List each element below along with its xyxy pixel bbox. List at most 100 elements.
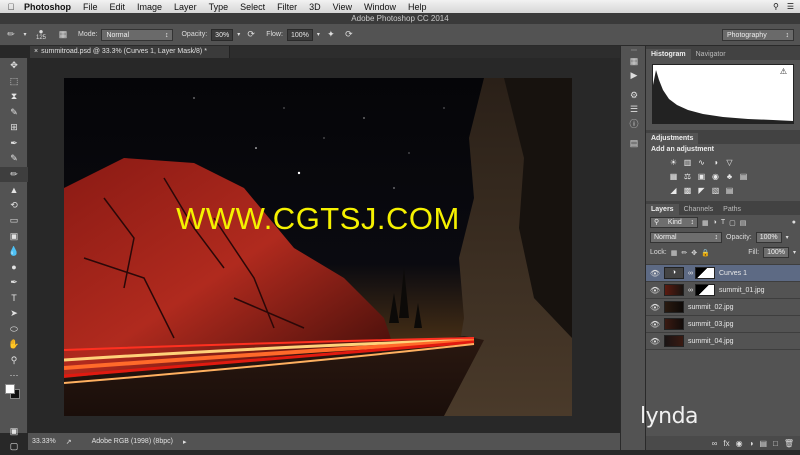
layer-kind-filter[interactable]: ⚲ Kind ↕ [650, 217, 698, 228]
crop-tool-icon[interactable]: ⊞ [0, 120, 28, 136]
chevron-down-icon[interactable]: ▾ [317, 31, 320, 38]
properties-panel-icon[interactable]: ☰ [621, 102, 647, 116]
tool-presets-icon[interactable]: ⚙ [621, 88, 647, 102]
move-tool-icon[interactable]: ✥ [0, 58, 28, 74]
tab-adjustments[interactable]: Adjustments [646, 133, 699, 144]
shape-tool-icon[interactable]: ⬭ [0, 322, 28, 338]
menu-help[interactable]: Help [402, 2, 433, 12]
quick-mask-icon[interactable]: ▣ [0, 424, 28, 440]
menu-file[interactable]: File [77, 2, 104, 12]
adjustment-filter-icon[interactable]: ◑ [713, 219, 717, 226]
warning-icon[interactable]: ⚠ [780, 67, 787, 76]
brush-panel-icon[interactable]: ▦ [56, 28, 70, 42]
eye-icon[interactable]: 👁 [646, 286, 664, 295]
search-icon[interactable]: ⚲ [773, 2, 779, 11]
chevron-down-icon[interactable]: ▾ [793, 249, 796, 256]
link-icon[interactable]: ∞ [688, 270, 693, 277]
new-layer-icon[interactable]: □ [773, 439, 778, 448]
pressure-opacity-icon[interactable]: ⟳ [244, 28, 258, 42]
actions-panel-icon[interactable]: ▶ [621, 68, 647, 82]
layer-row[interactable]: 👁 summit_03.jpg [646, 316, 800, 333]
pressure-size-icon[interactable]: ⟳ [342, 28, 356, 42]
new-group-icon[interactable]: ▤ [759, 439, 767, 448]
eye-icon[interactable]: 👁 [646, 320, 664, 329]
layer-row[interactable]: 👁 summit_02.jpg [646, 299, 800, 316]
layer-comps-icon[interactable]: ▤ [621, 136, 647, 150]
fill-field[interactable]: 100% [763, 247, 789, 258]
opacity-field[interactable]: 30% [211, 28, 234, 41]
link-icon[interactable]: ∞ [688, 287, 693, 294]
blend-mode-select[interactable]: Normal ↕ [650, 232, 722, 243]
lock-image-icon[interactable]: ✏ [681, 249, 687, 257]
blur-tool-icon[interactable]: 💧 [0, 244, 28, 260]
link-layers-icon[interactable]: ∞ [712, 439, 718, 448]
gradient-tool-icon[interactable]: ▣ [0, 229, 28, 245]
hand-tool-icon[interactable]: ✋ [0, 337, 28, 353]
channel-mixer-icon[interactable]: ♣ [724, 171, 735, 181]
dock-grip-icon[interactable]: ⋯ [621, 46, 647, 54]
quick-select-tool-icon[interactable]: ✎ [0, 105, 28, 121]
posterize-icon[interactable]: ▩ [682, 185, 693, 195]
dodge-tool-icon[interactable]: ● [0, 260, 28, 276]
invert-icon[interactable]: ◢ [668, 185, 679, 195]
filter-toggle-icon[interactable]: ● [792, 219, 796, 226]
pen-tool-icon[interactable]: ✒ [0, 275, 28, 291]
layer-mask-thumbnail[interactable] [695, 267, 715, 279]
layer-row[interactable]: 👁 ◑ ∞ Curves 1 [646, 265, 800, 282]
add-mask-icon[interactable]: ◉ [736, 439, 743, 448]
menu-image[interactable]: Image [131, 2, 168, 12]
lasso-tool-icon[interactable]: ⧗ [0, 89, 28, 105]
menu-layer[interactable]: Layer [168, 2, 203, 12]
pixel-filter-icon[interactable]: ▦ [702, 219, 709, 227]
tab-channels[interactable]: Channels [679, 204, 719, 215]
curves-icon[interactable]: ∿ [696, 157, 707, 167]
gradient-map-icon[interactable]: ▧ [710, 185, 721, 195]
eraser-tool-icon[interactable]: ▭ [0, 213, 28, 229]
menu-view[interactable]: View [327, 2, 358, 12]
layer-row[interactable]: 👁 ∞ summit_01.jpg [646, 282, 800, 299]
type-filter-icon[interactable]: T [721, 219, 725, 226]
fx-icon[interactable]: fx [723, 439, 729, 448]
lock-position-icon[interactable]: ✥ [691, 249, 697, 257]
close-icon[interactable]: × [34, 48, 38, 55]
menu-window[interactable]: Window [358, 2, 402, 12]
vibrance-icon[interactable]: ▽ [724, 157, 735, 167]
type-tool-icon[interactable]: T [0, 291, 28, 307]
eyedropper-tool-icon[interactable]: ✒ [0, 136, 28, 152]
trash-icon[interactable]: 🗑 [784, 439, 794, 448]
brush-size[interactable]: 125 [36, 35, 46, 42]
document-tab[interactable]: × summitroad.psd @ 33.3% (Curves 1, Layer… [30, 46, 230, 58]
menu-app-name[interactable]: Photoshop [18, 2, 77, 12]
tab-navigator[interactable]: Navigator [691, 49, 731, 60]
layer-row[interactable]: 👁 summit_04.jpg [646, 333, 800, 350]
hue-saturation-icon[interactable]: ▦ [668, 171, 679, 181]
menu-type[interactable]: Type [203, 2, 235, 12]
color-balance-icon[interactable]: ⚖ [682, 171, 693, 181]
brush-tool-icon[interactable]: ✏ [0, 166, 28, 182]
flow-field[interactable]: 100% [286, 28, 313, 41]
path-select-tool-icon[interactable]: ➤ [0, 306, 28, 322]
brightness-contrast-icon[interactable]: ☀ [668, 157, 679, 167]
menu-list-icon[interactable]: ☰ [787, 2, 794, 11]
tab-layers[interactable]: Layers [646, 204, 679, 215]
menu-select[interactable]: Select [234, 2, 271, 12]
zoom-tool-icon[interactable]: ⚲ [0, 353, 28, 369]
menu-edit[interactable]: Edit [104, 2, 132, 12]
info-panel-icon[interactable]: ⓘ [621, 116, 647, 130]
threshold-icon[interactable]: ◤ [696, 185, 707, 195]
marquee-tool-icon[interactable]: ⬚ [0, 74, 28, 90]
eye-icon[interactable]: 👁 [646, 269, 664, 278]
apple-icon[interactable]:  [4, 2, 18, 12]
extra-tools-icon[interactable]: ⋯ [0, 368, 28, 384]
selective-color-icon[interactable]: ▤ [724, 185, 735, 195]
smart-object-filter-icon[interactable]: ▤ [740, 219, 747, 227]
workspace-select[interactable]: Photography ↕ [722, 28, 794, 41]
lock-all-icon[interactable]: 🔒 [701, 249, 710, 257]
share-icon[interactable]: ↗ [66, 438, 72, 446]
shape-filter-icon[interactable]: ▢ [729, 219, 736, 227]
clone-stamp-tool-icon[interactable]: ▲ [0, 182, 28, 198]
brush-preview-icon[interactable]: ● [39, 27, 44, 35]
history-panel-icon[interactable]: ▦ [621, 54, 647, 68]
foreground-color-swatch[interactable] [5, 384, 15, 394]
new-adjustment-icon[interactable]: ◑ [749, 439, 754, 448]
